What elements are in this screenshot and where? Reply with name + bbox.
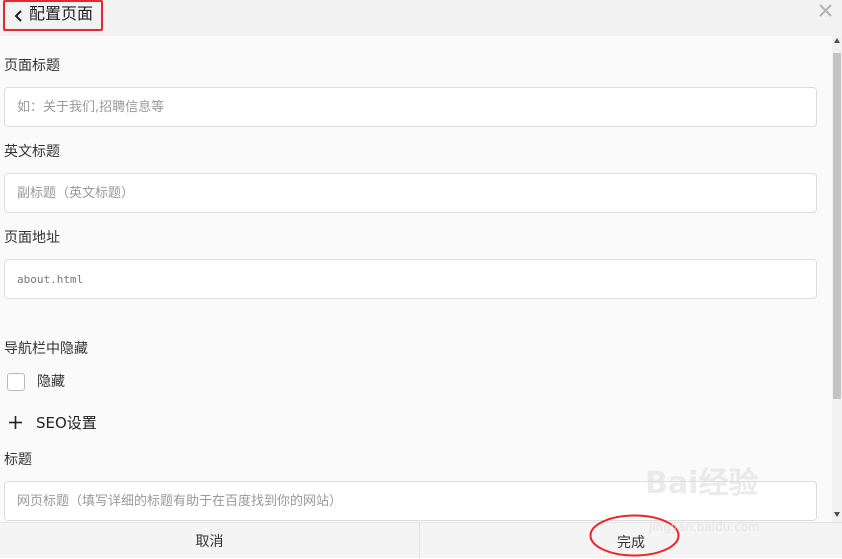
page-title-label: 页面标题 — [4, 58, 60, 74]
scroll-down-arrow-icon[interactable] — [834, 512, 840, 517]
done-button[interactable]: 完成 — [420, 523, 842, 558]
seo-title-input[interactable] — [4, 481, 817, 521]
english-title-label: 英文标题 — [4, 144, 60, 160]
chevron-left-icon — [14, 10, 22, 22]
seo-settings-label: SEO设置 — [36, 414, 97, 432]
plus-icon — [9, 416, 22, 429]
cancel-button[interactable]: 取消 — [0, 523, 419, 558]
scrollbar-thumb[interactable] — [833, 53, 841, 399]
scroll-up-arrow-icon[interactable] — [834, 38, 840, 43]
page-address-label: 页面地址 — [4, 230, 60, 246]
done-button-label: 完成 — [617, 534, 645, 551]
seo-title-label: 标题 — [4, 452, 32, 468]
page-title-input[interactable] — [4, 87, 817, 127]
nav-hidden-label: 导航栏中隐藏 — [4, 341, 88, 357]
english-title-input[interactable] — [4, 173, 817, 213]
page-title: 配置页面 — [29, 4, 94, 23]
dialog-footer: 取消 完成 — [0, 522, 842, 559]
vertical-scrollbar[interactable] — [832, 36, 842, 522]
page-address-input[interactable] — [4, 259, 817, 299]
seo-settings-toggle[interactable]: SEO设置 — [6, 412, 126, 434]
close-icon[interactable] — [818, 3, 833, 18]
dialog-header: 配置页面 — [0, 0, 842, 36]
hide-checkbox[interactable] — [7, 373, 25, 391]
hide-checkbox-label[interactable]: 隐藏 — [37, 373, 65, 391]
form-panel: 页面标题 英文标题 页面地址 导航栏中隐藏 隐藏 SEO设置 标题 — [0, 36, 832, 522]
